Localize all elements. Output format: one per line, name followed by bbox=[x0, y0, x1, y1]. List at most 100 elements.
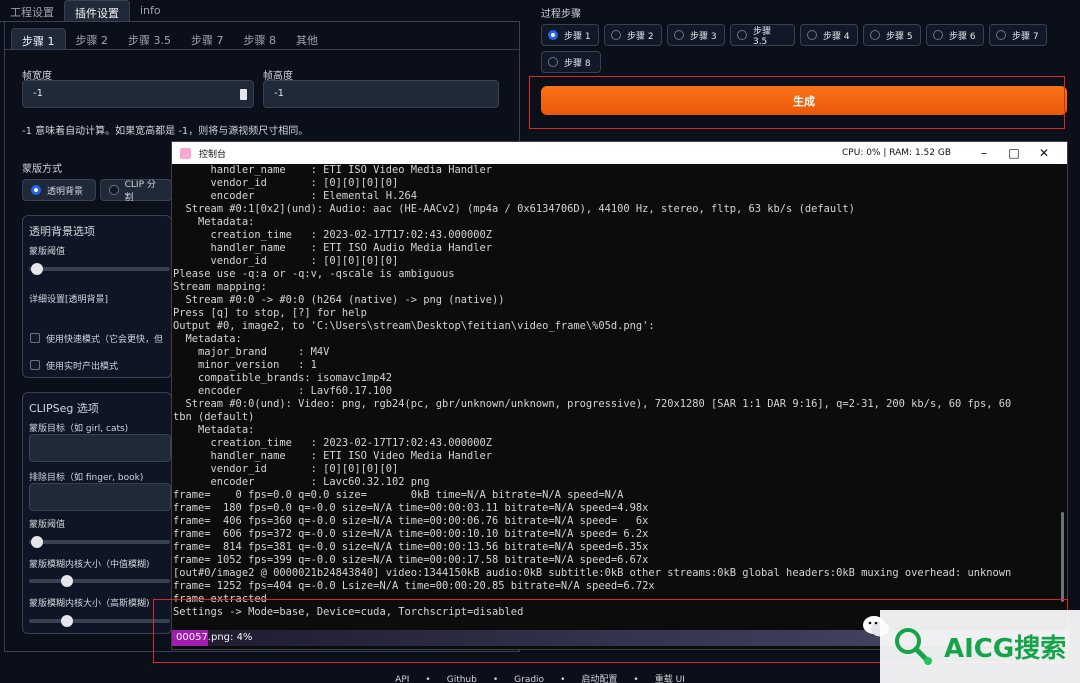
auto-size-note: -1 意味着自动计算。如果宽高都是 -1，则将与源视频尺寸相同。 bbox=[22, 126, 309, 137]
console-output: handler_name : ETI ISO Video Media Handl… bbox=[172, 164, 1067, 626]
process-step-3[interactable]: 步骤 3 bbox=[667, 24, 725, 46]
radio-selected-icon bbox=[548, 30, 558, 40]
console-line: frame= 606 fps=372 q=-0.0 size=N/A time=… bbox=[173, 528, 649, 540]
clipseg-threshold-label: 蒙版阈值 bbox=[29, 520, 66, 530]
console-title: 控制台 bbox=[199, 149, 227, 160]
process-step-1[interactable]: 步骤 1 bbox=[541, 24, 599, 46]
console-line: major_brand : M4V bbox=[173, 346, 330, 358]
mask-mode-label: 蒙版方式 bbox=[22, 164, 62, 175]
console-line: frame extracted bbox=[173, 593, 267, 605]
step-tabs: 步骤 1 步骤 2 步骤 3.5 步骤 7 步骤 8 其他 bbox=[5, 22, 519, 50]
console-app-icon bbox=[180, 147, 191, 159]
radio-unselected-icon bbox=[611, 30, 621, 40]
console-line: handler_name : ETI ISO Video Media Handl… bbox=[173, 164, 493, 176]
process-step-8[interactable]: 步骤 8 bbox=[541, 51, 601, 73]
transparent-group-title: 透明背景选项 bbox=[29, 225, 95, 238]
process-step-5[interactable]: 步骤 5 bbox=[863, 24, 921, 46]
tab-step-8[interactable]: 步骤 8 bbox=[234, 28, 287, 49]
radio-selected-icon bbox=[31, 185, 41, 195]
radio-unselected-icon bbox=[933, 30, 943, 40]
frame-width-input[interactable]: -1 bbox=[22, 80, 254, 108]
tab-project-settings[interactable]: 工程设置 bbox=[0, 0, 64, 21]
console-line: handler_name : ETI ISO Audio Media Handl… bbox=[173, 242, 493, 254]
exclude-target-input[interactable] bbox=[29, 483, 171, 511]
radio-unselected-icon bbox=[548, 57, 558, 67]
generate-button[interactable]: 生成 bbox=[541, 86, 1067, 115]
footer-startup-config-link[interactable]: 启动配置 bbox=[581, 675, 617, 683]
close-icon[interactable]: ✕ bbox=[1029, 146, 1059, 160]
frame-width-value: -1 bbox=[33, 88, 43, 99]
median-blur-slider[interactable] bbox=[29, 575, 170, 587]
transparent-detail-label: 详细设置[透明背景] bbox=[29, 295, 109, 305]
realtime-mode-checkbox[interactable] bbox=[30, 360, 40, 370]
footer-separator: • bbox=[633, 675, 639, 683]
step-label: 步骤 5 bbox=[886, 31, 913, 42]
mask-mode-transparent[interactable]: 透明背景 bbox=[22, 179, 96, 201]
tab-step-3-5[interactable]: 步骤 3.5 bbox=[118, 28, 181, 49]
step-label: 步骤 8 bbox=[564, 58, 591, 69]
console-titlebar: 控制台 CPU: 0% | RAM: 1.52 GB – □ ✕ bbox=[172, 142, 1067, 164]
spinner-icon[interactable] bbox=[240, 89, 247, 100]
radio-unselected-icon bbox=[109, 185, 119, 195]
console-scrollbar[interactable] bbox=[1061, 512, 1064, 602]
console-line: Metadata: bbox=[173, 216, 255, 228]
fast-mode-checkbox[interactable] bbox=[30, 333, 40, 343]
process-step-4[interactable]: 步骤 4 bbox=[800, 24, 858, 46]
console-line: Metadata: bbox=[173, 424, 255, 436]
tab-other[interactable]: 其他 bbox=[286, 28, 328, 49]
tab-plugin-settings[interactable]: 插件设置 bbox=[64, 0, 130, 21]
process-step-7[interactable]: 步骤 7 bbox=[989, 24, 1047, 46]
step-label: 步骤 7 bbox=[1012, 31, 1039, 42]
mask-mode-transparent-label: 透明背景 bbox=[47, 186, 84, 197]
footer-separator: • bbox=[425, 675, 431, 683]
console-line: vendor_id : [0][0][0][0] bbox=[173, 463, 399, 475]
radio-unselected-icon bbox=[870, 30, 880, 40]
console-window: 控制台 CPU: 0% | RAM: 1.52 GB – □ ✕ handler… bbox=[171, 141, 1069, 650]
transparent-threshold-label: 蒙版阈值 bbox=[29, 247, 66, 257]
console-line: frame= 814 fps=381 q=-0.0 size=N/A time=… bbox=[173, 541, 649, 553]
mask-mode-clip-label: CLIP 分割 bbox=[124, 180, 156, 203]
step-label: 步骤 3.5 bbox=[752, 26, 771, 47]
radio-unselected-icon bbox=[996, 30, 1006, 40]
slider-handle[interactable] bbox=[61, 575, 73, 587]
gauss-blur-slider[interactable] bbox=[29, 615, 170, 627]
exclude-target-label: 排除目标（如 finger, book) bbox=[29, 473, 144, 483]
minimize-icon[interactable]: – bbox=[969, 146, 999, 160]
clipseg-group-title: CLIPSeg 选项 bbox=[29, 402, 99, 415]
footer-gradio-link[interactable]: Gradio bbox=[514, 675, 544, 683]
step-label: 步骤 1 bbox=[564, 31, 591, 42]
process-step-6[interactable]: 步骤 6 bbox=[926, 24, 984, 46]
resource-stats: CPU: 0% | RAM: 1.52 GB bbox=[842, 148, 951, 158]
console-line: compatible_brands: isomavc1mp42 bbox=[173, 372, 392, 384]
realtime-mode-label: 使用实时产出模式 bbox=[46, 362, 119, 372]
footer-reload-ui-link[interactable]: 重载 UI bbox=[655, 675, 685, 683]
slider-handle[interactable] bbox=[31, 536, 43, 548]
console-line: vendor_id : [0][0][0][0] bbox=[173, 177, 399, 189]
process-step-3-5[interactable]: 步骤 3.5 bbox=[730, 24, 795, 47]
slider-handle[interactable] bbox=[61, 615, 73, 627]
mask-mode-clip[interactable]: CLIP 分割 bbox=[100, 179, 172, 203]
watermark: AICG搜索 bbox=[880, 610, 1080, 683]
process-step-2[interactable]: 步骤 2 bbox=[604, 24, 662, 46]
mask-target-input[interactable] bbox=[29, 434, 171, 462]
maximize-icon[interactable]: □ bbox=[999, 146, 1029, 160]
step-label: 步骤 6 bbox=[949, 31, 976, 42]
footer-github-link[interactable]: Github bbox=[447, 675, 477, 683]
console-line: Press [q] to stop, [?] for help bbox=[173, 307, 367, 319]
console-line: vendor_id : [0][0][0][0] bbox=[173, 255, 399, 267]
console-line: creation_time : 2023-02-17T17:02:43.0000… bbox=[173, 437, 493, 449]
top-tabs: 工程设置 插件设置 info bbox=[0, 0, 520, 22]
console-line: handler_name : ETI ISO Video Media Handl… bbox=[173, 450, 493, 462]
tab-step-7[interactable]: 步骤 7 bbox=[181, 28, 234, 49]
transparent-threshold-slider[interactable] bbox=[29, 263, 170, 275]
tab-step-2[interactable]: 步骤 2 bbox=[66, 28, 119, 49]
radio-unselected-icon bbox=[807, 30, 817, 40]
tab-step-1[interactable]: 步骤 1 bbox=[11, 28, 66, 49]
slider-handle[interactable] bbox=[31, 263, 43, 275]
footer-api-link[interactable]: API bbox=[395, 675, 409, 683]
tab-info[interactable]: info bbox=[130, 0, 171, 21]
frame-height-input[interactable]: -1 bbox=[263, 80, 499, 108]
gauss-blur-label: 蒙版模糊内核大小（高斯模糊) bbox=[29, 599, 150, 609]
clipseg-threshold-slider[interactable] bbox=[29, 536, 170, 548]
console-line: Output #0, image2, to 'C:\Users\stream\D… bbox=[173, 320, 655, 332]
